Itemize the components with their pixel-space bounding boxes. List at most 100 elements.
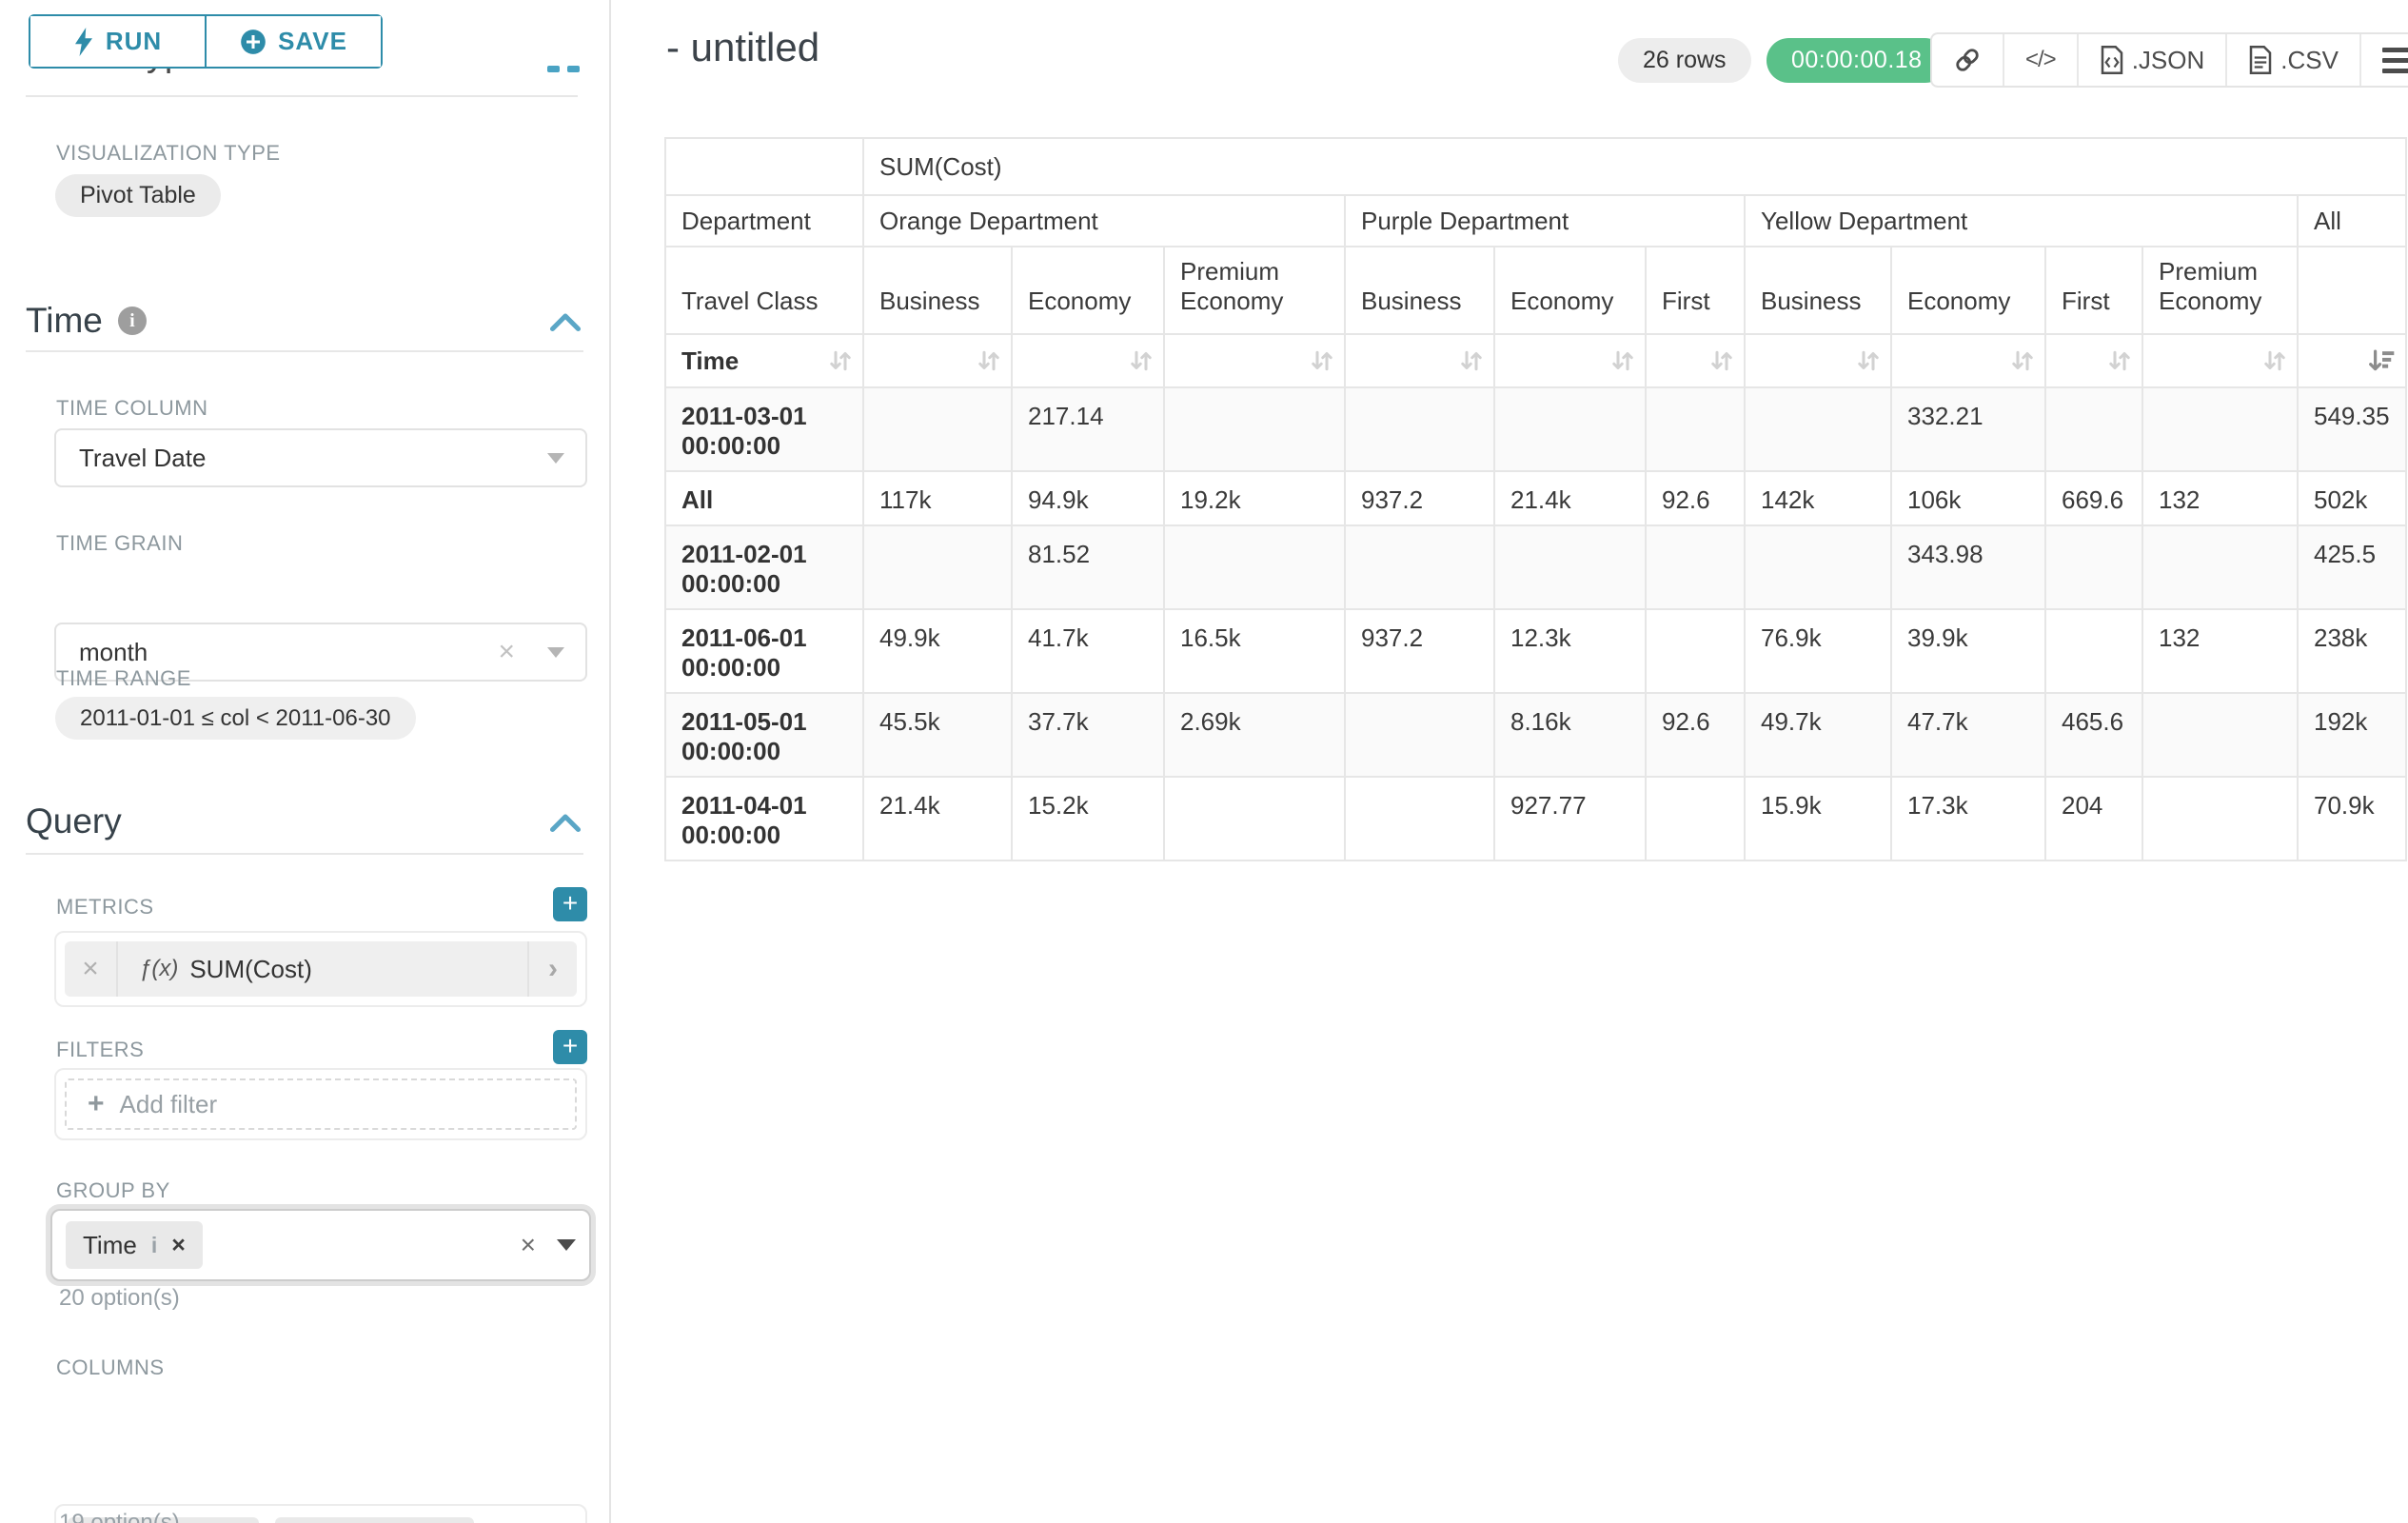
info-icon[interactable]: i [151,1233,157,1258]
sort-icon[interactable] [975,346,1003,375]
file-code-icon [2100,46,2124,74]
value-cell: 192k [2298,693,2406,777]
value-cell: 12.3k [1494,609,1646,693]
query-section-title: Query [26,801,122,841]
columns-chip-travel-class[interactable]: Travel Class × [275,1517,474,1523]
time-column-select[interactable]: Travel Date [54,428,587,487]
section-divider [26,95,578,97]
run-button[interactable]: RUN [30,16,207,67]
sort-icon[interactable] [1457,346,1486,375]
more-menu-button[interactable] [2361,34,2408,86]
expand-metric-chevron-icon[interactable]: › [527,941,577,997]
value-cell: 132 [2142,609,2298,693]
value-cell: 81.52 [1012,525,1164,609]
sort-icon[interactable] [1127,346,1155,375]
value-cell [1646,609,1745,693]
sort-icon[interactable] [2260,346,2289,375]
collapse-query-chevron-up-icon[interactable] [548,811,582,834]
add-filter-label: Add filter [120,1090,218,1119]
value-cell: 927.77 [1494,777,1646,860]
value-cell [1164,387,1345,471]
value-cell: 937.2 [1345,471,1494,525]
group-by-chip-time[interactable]: Time i × [66,1221,203,1269]
value-cell [2045,609,2142,693]
collapse-time-chevron-up-icon[interactable] [548,310,582,333]
info-icon[interactable]: i [118,307,147,335]
chart-title[interactable]: - untitled [666,25,819,70]
value-cell: 502k [2298,471,2406,525]
travel-class-cell: First [2045,247,2142,334]
value-cell: 937.2 [1345,609,1494,693]
travel-class-cell: First [1646,247,1745,334]
clear-all-icon[interactable]: × [521,1232,536,1258]
share-link-button[interactable] [1932,34,2004,86]
sort-icon[interactable] [1854,346,1883,375]
pivot-data-row: 2011-06-01 00:00:0049.9k41.7k16.5k937.21… [665,609,2406,693]
lightning-icon [73,28,94,56]
export-csv-button[interactable]: .CSV [2227,34,2361,86]
value-cell: 204 [2045,777,2142,860]
remove-chip-icon[interactable]: × [171,1232,186,1259]
sort-descending-icon[interactable] [2367,346,2398,375]
travel-class-dim-cell: Travel Class [665,247,863,334]
value-cell: 425.5 [2298,525,2406,609]
travel-class-cell: Premium Economy [1164,247,1345,334]
export-json-button[interactable]: .JSON [2079,34,2228,86]
group-by-chip-label: Time [83,1231,137,1260]
plus-circle-icon [240,29,266,55]
value-cell: 92.6 [1646,693,1745,777]
time-column-value: Travel Date [79,444,206,473]
value-cell: 19.2k [1164,471,1345,525]
metric-chip[interactable]: × ƒ(x) SUM(Cost) › [65,941,577,997]
sort-header-cell [863,334,1012,387]
sort-icon[interactable] [2105,346,2134,375]
metrics-field: × ƒ(x) SUM(Cost) › [54,931,587,1007]
remove-metric-icon[interactable]: × [65,941,118,997]
group-by-select[interactable]: Time i × × [50,1209,591,1281]
sort-header-cell [1345,334,1494,387]
sort-icon[interactable] [1609,346,1637,375]
row-label-cell: 2011-06-01 00:00:00 [665,609,863,693]
sort-icon[interactable] [826,346,855,375]
pivot-data-row: 2011-05-01 00:00:0045.5k37.7k2.69k8.16k9… [665,693,2406,777]
value-cell: 37.7k [1012,693,1164,777]
time-range-chip[interactable]: 2011-01-01 ≤ col < 2011-06-30 [55,697,416,740]
section-divider [26,350,583,352]
value-cell: 465.6 [2045,693,2142,777]
viz-type-label: VISUALIZATION TYPE [56,141,281,166]
sort-header-cell [1012,334,1164,387]
value-cell [1646,525,1745,609]
value-cell [1494,387,1646,471]
value-cell [2142,525,2298,609]
filters-label: FILTERS [56,1038,144,1062]
travel-class-cell: Economy [1494,247,1646,334]
pivot-department-row: DepartmentOrange DepartmentPurple Depart… [665,195,2406,247]
viz-type-chip[interactable]: Pivot Table [55,174,221,217]
embed-code-button[interactable]: </> [2004,34,2079,86]
department-dim-cell: Department [665,195,863,247]
add-filter-plus-button[interactable]: + [553,1030,587,1064]
value-cell: 39.9k [1891,609,2045,693]
time-grain-label: TIME GRAIN [56,531,183,556]
value-cell: 343.98 [1891,525,2045,609]
metric-chip-label: SUM(Cost) [189,955,312,984]
run-button-label: RUN [106,27,162,56]
add-filter-button[interactable]: + Add filter [65,1078,577,1130]
csv-button-label: .CSV [2280,46,2339,75]
sort-icon[interactable] [1707,346,1736,375]
metrics-label: METRICS [56,895,154,920]
travel-class-cell: Economy [1012,247,1164,334]
clear-icon[interactable]: × [498,638,515,666]
sort-icon[interactable] [2008,346,2037,375]
sort-icon[interactable] [1308,346,1336,375]
pivot-metric-row: SUM(Cost) [665,138,2406,195]
run-save-button-group: RUN SAVE [29,14,383,69]
sort-header-cell-all [2298,334,2406,387]
save-button[interactable]: SAVE [207,16,381,67]
columns-label: COLUMNS [56,1355,165,1380]
value-cell [1345,693,1494,777]
add-metric-button[interactable]: + [553,887,587,921]
time-section-title: Time [26,301,103,341]
value-cell [1646,387,1745,471]
group-by-options-count: 20 option(s) [59,1285,180,1312]
